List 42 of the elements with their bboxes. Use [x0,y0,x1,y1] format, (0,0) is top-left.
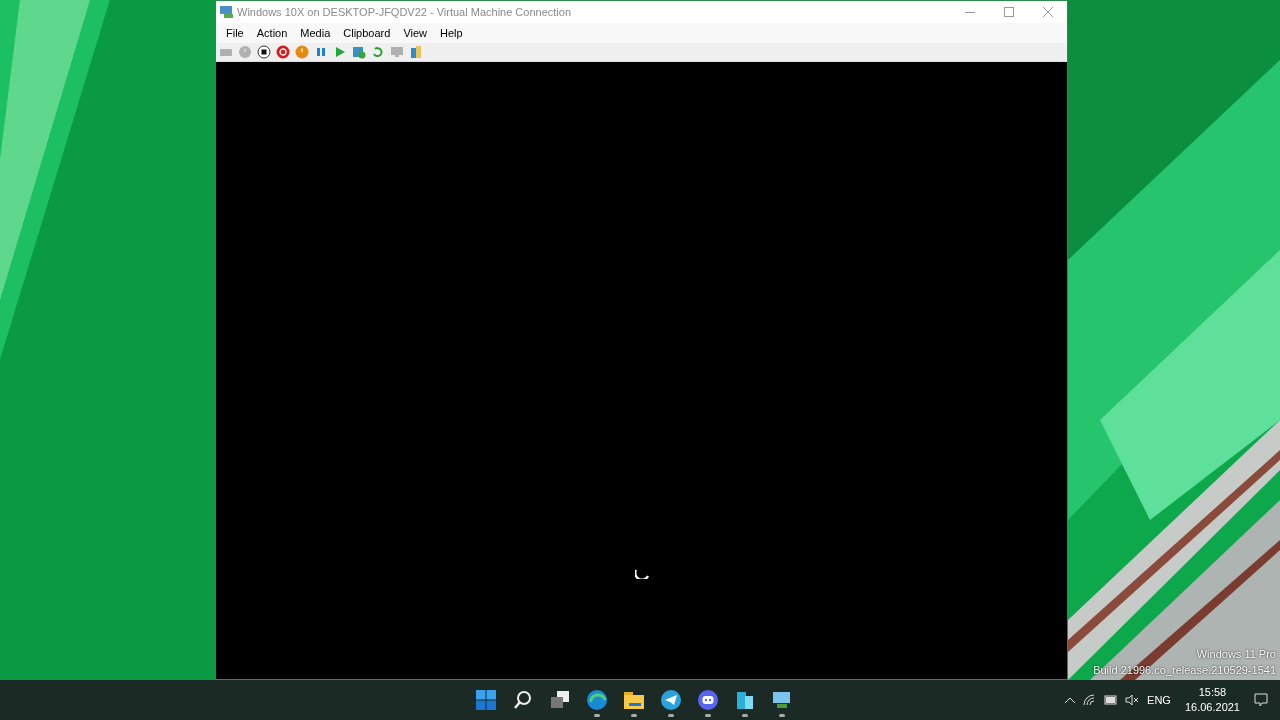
pause-icon[interactable] [314,45,328,59]
clock[interactable]: 15:58 16.06.2021 [1178,685,1246,715]
menu-item[interactable]: Action [250,24,294,42]
browser-icon[interactable] [586,689,608,711]
database-icon[interactable] [352,45,366,59]
running-indicator [705,714,711,717]
watermark-text: Windows 11 Pro [1196,647,1276,662]
paper-plane-icon[interactable] [660,689,682,711]
window-title: Windows 10X on DESKTOP-JFQDV22 - Virtual Machine Connection [237,4,572,20]
folder-icon[interactable] [623,689,645,711]
maximize-icon [1003,7,1014,17]
menu-item[interactable]: Media [294,24,337,42]
power-icon[interactable] [276,45,290,59]
running-indicator [594,714,600,717]
undo-icon[interactable] [371,45,385,59]
menu-item[interactable]: Help [434,24,469,42]
search-icon[interactable] [512,689,534,711]
battery-icon[interactable] [1103,695,1118,705]
notification-icon[interactable] [1254,693,1268,707]
loading-spinner-icon [634,569,649,579]
language-indicator[interactable]: ENG [1147,691,1171,709]
wifi-icon[interactable] [1083,694,1096,706]
minimize-icon [964,11,975,13]
task-view-icon[interactable] [549,689,571,711]
running-indicator [631,714,637,717]
running-indicator [779,714,785,717]
chevron-up-icon[interactable] [1065,697,1076,703]
close-icon [1042,7,1053,17]
menu-item[interactable]: View [397,24,434,42]
monitor-icon [220,6,234,18]
play-icon[interactable] [333,45,347,59]
stop-icon[interactable] [257,45,271,59]
running-indicator [668,714,674,717]
game-controller-icon[interactable] [697,689,719,711]
menu-item[interactable]: File [220,24,250,42]
start-icon[interactable] [475,689,497,711]
menu-item[interactable]: Clipboard [337,24,397,42]
speaker-muted-icon[interactable] [1125,694,1140,706]
running-indicator [742,714,748,717]
file-icon[interactable] [409,45,423,59]
monitor-icon[interactable] [771,689,793,711]
building-icon[interactable] [734,689,756,711]
